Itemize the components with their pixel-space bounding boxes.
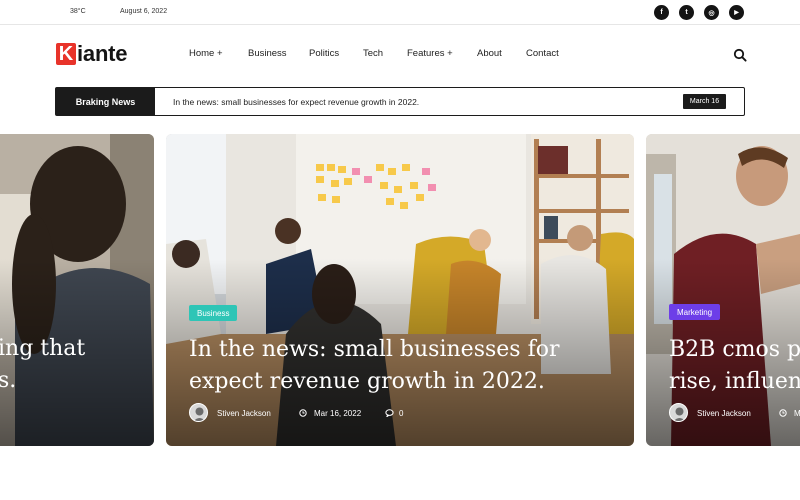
- temperature: 38°C: [70, 8, 86, 15]
- card-right-headline-line1[interactable]: B2B cmos pl: [669, 334, 800, 366]
- author-name[interactable]: Stiven Jackson: [217, 409, 271, 418]
- nav-tech[interactable]: Tech: [363, 48, 383, 59]
- clock-icon: [299, 409, 307, 417]
- logo-text: iante: [77, 41, 128, 66]
- author-avatar: [669, 403, 688, 422]
- clock-icon: [779, 409, 787, 417]
- news-card-left[interactable]: ing that s.: [0, 134, 154, 446]
- breaking-news-headline[interactable]: In the news: small businesses for expect…: [173, 97, 419, 107]
- twitter-icon[interactable]: t: [679, 5, 694, 20]
- news-card-featured[interactable]: Business In the news: small businesses f…: [166, 134, 634, 446]
- post-date: M: [794, 409, 800, 418]
- nav-features[interactable]: Features +: [407, 48, 453, 59]
- nav-home[interactable]: Home +: [189, 48, 223, 59]
- site-logo[interactable]: K iante: [56, 41, 128, 66]
- card-left-headline-line2: s.: [0, 368, 17, 393]
- news-card-right[interactable]: Marketing B2B cmos pl rise, influen Stiv…: [646, 134, 800, 446]
- author-avatar: [189, 403, 208, 422]
- youtube-icon[interactable]: ▶: [729, 5, 744, 20]
- instagram-icon[interactable]: ◎: [704, 5, 719, 20]
- breaking-news-label: Braking News: [56, 88, 155, 115]
- category-badge-business[interactable]: Business: [189, 305, 238, 321]
- breaking-news-date: March 16: [683, 94, 726, 109]
- logo-initial: K: [56, 43, 76, 65]
- nav-business[interactable]: Business: [248, 48, 287, 59]
- card-left-headline-line1: ing that: [0, 336, 86, 361]
- card-right-headline-line2[interactable]: rise, influen: [669, 366, 800, 398]
- featured-headline-line1[interactable]: In the news: small businesses for: [189, 334, 559, 366]
- author-name[interactable]: Stiven Jackson: [697, 409, 751, 418]
- comment-icon: [385, 409, 394, 417]
- post-date: Mar 16, 2022: [314, 409, 362, 418]
- nav-politics[interactable]: Politics: [309, 48, 339, 59]
- current-date: August 6, 2022: [120, 8, 168, 15]
- comment-count[interactable]: 0: [399, 409, 403, 418]
- facebook-icon[interactable]: f: [654, 5, 669, 20]
- nav-contact[interactable]: Contact: [526, 48, 559, 59]
- featured-headline-line2[interactable]: expect revenue growth in 2022.: [189, 366, 545, 398]
- nav-about[interactable]: About: [477, 48, 502, 59]
- top-bar: 38°C August 6, 2022 f t ◎ ▶: [0, 0, 800, 25]
- search-icon[interactable]: [733, 48, 747, 62]
- category-badge-marketing[interactable]: Marketing: [669, 304, 721, 320]
- breaking-news-bar: Braking News In the news: small business…: [55, 87, 745, 116]
